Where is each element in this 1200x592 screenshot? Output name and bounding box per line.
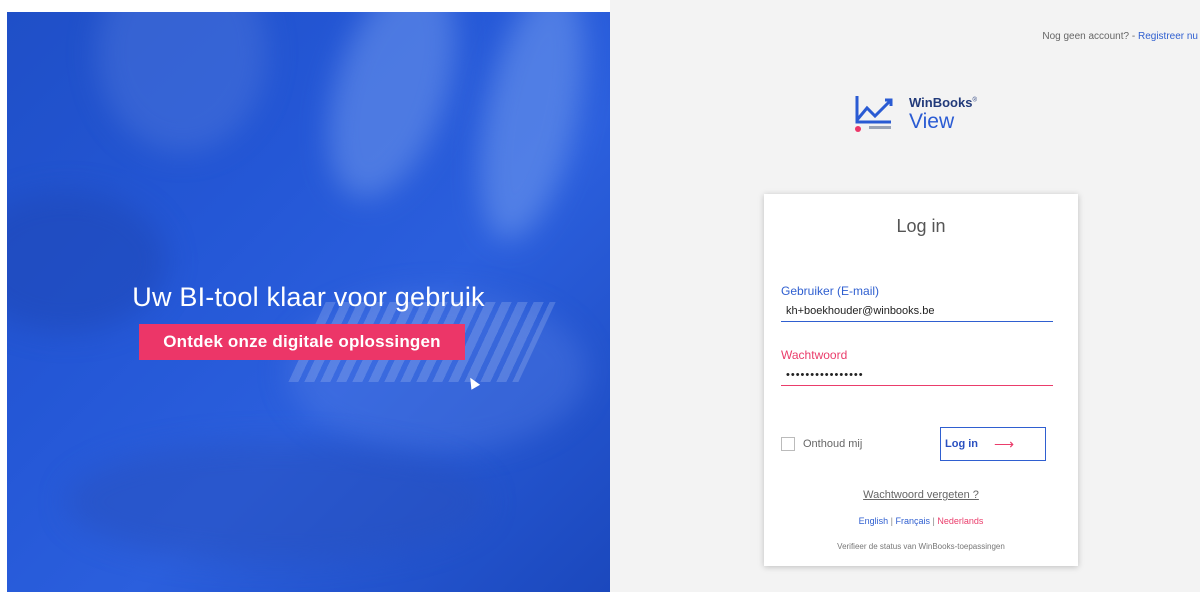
email-field[interactable] <box>781 300 1053 322</box>
login-button-label: Log in <box>945 438 978 450</box>
register-prompt-text: Nog geen account? - <box>1042 31 1138 42</box>
forgot-password-link[interactable]: Wachtwoord vergeten ? <box>764 489 1078 501</box>
email-label: Gebruiker (E-mail) <box>781 284 880 298</box>
hero-background-shape <box>97 12 267 152</box>
remember-me-label: Onthoud mij <box>803 438 863 450</box>
hero-panel: Uw BI-tool klaar voor gebruik Ontdek onz… <box>7 12 610 592</box>
logo-product: View <box>909 110 955 133</box>
hero-background-shape <box>304 12 480 214</box>
winbooks-view-logo: WinBooks® View <box>851 92 991 138</box>
remember-me-checkbox[interactable] <box>781 437 795 451</box>
logo-brand: WinBooks® <box>909 95 977 110</box>
remember-me[interactable]: Onthoud mij <box>781 437 862 451</box>
login-panel: Nog geen account? - Registreer nu WinBoo… <box>610 0 1200 592</box>
password-field[interactable] <box>781 364 1053 386</box>
language-french[interactable]: Français <box>895 516 930 526</box>
arrow-right-icon: ⟶ <box>994 435 1015 452</box>
chart-line-icon <box>855 96 893 132</box>
discover-solutions-button[interactable]: Ontdek onze digitale oplossingen <box>139 324 465 360</box>
hero-background-shape <box>460 12 604 249</box>
password-label: Wachtwoord <box>781 348 848 362</box>
hero-title: Uw BI-tool klaar voor gebruik <box>132 282 485 312</box>
login-title: Log in <box>896 216 946 236</box>
hero-background-shape <box>67 442 487 562</box>
register-link[interactable]: Registreer nu <box>1138 31 1198 42</box>
language-switcher: English | Français | Nederlands <box>764 516 1078 526</box>
login-card: Log in Gebruiker (E-mail) Wachtwoord Ont… <box>764 194 1078 566</box>
language-dutch[interactable]: Nederlands <box>937 516 983 526</box>
register-prompt: Nog geen account? - Registreer nu <box>1042 31 1198 42</box>
status-link[interactable]: Verifieer de status van WinBooks-toepass… <box>764 542 1078 551</box>
language-english[interactable]: English <box>859 516 889 526</box>
login-button[interactable]: Log in ⟶ <box>940 427 1046 461</box>
